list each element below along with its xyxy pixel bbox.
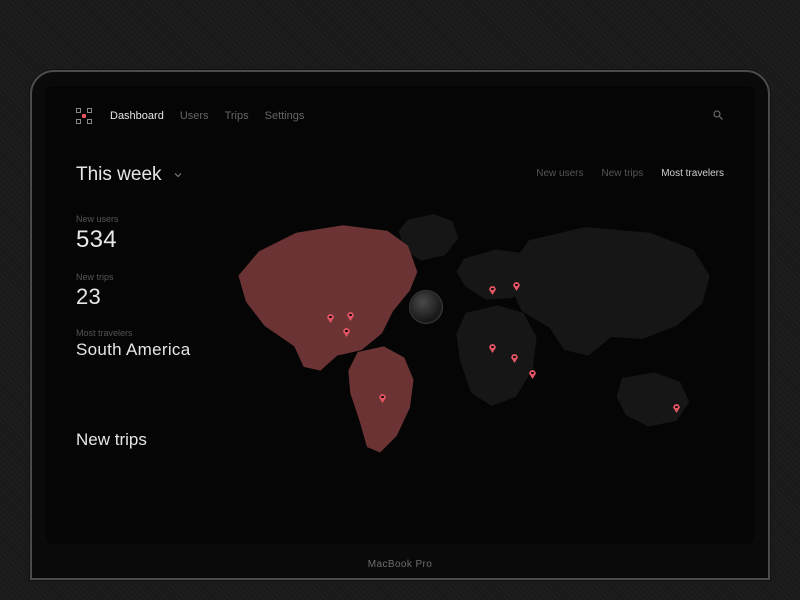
- period-label: This week: [76, 164, 162, 186]
- map-pin-icon: [673, 404, 680, 413]
- stats-panel: New users 534 New trips 23 Most traveler…: [76, 214, 724, 360]
- region-australia: [617, 372, 690, 426]
- nav-item-trips[interactable]: Trips: [225, 110, 249, 122]
- stat-label: Most travelers: [76, 328, 724, 338]
- stat-value: 23: [76, 284, 724, 310]
- app-logo-icon: [76, 108, 92, 124]
- nav-item-settings[interactable]: Settings: [265, 110, 305, 122]
- stat-value: 534: [76, 226, 724, 254]
- dashboard-content: This week New users New trips Most trave…: [76, 164, 724, 450]
- map-pin-icon: [529, 370, 536, 379]
- stat-new-trips: New trips 23: [76, 272, 724, 310]
- stat-value: South America: [76, 340, 724, 360]
- filter-new-trips[interactable]: New trips: [602, 168, 644, 179]
- search-icon[interactable]: [712, 109, 724, 124]
- laptop-frame: Dashboard Users Trips Settings This week…: [30, 70, 770, 580]
- section-new-trips-title: New trips: [76, 430, 724, 450]
- stat-new-users: New users 534: [76, 214, 724, 254]
- stat-most-travelers: Most travelers South America: [76, 328, 724, 360]
- nav-item-dashboard[interactable]: Dashboard: [110, 110, 164, 122]
- metric-filters: New users New trips Most travelers: [536, 168, 724, 179]
- nav-item-users[interactable]: Users: [180, 110, 209, 122]
- stat-label: New trips: [76, 272, 724, 282]
- map-pin-icon: [379, 394, 386, 403]
- app-screen: Dashboard Users Trips Settings This week…: [46, 86, 754, 544]
- chevron-down-icon: [172, 169, 184, 181]
- header: Dashboard Users Trips Settings: [76, 108, 724, 124]
- filter-new-users[interactable]: New users: [536, 168, 583, 179]
- filter-most-travelers[interactable]: Most travelers: [661, 168, 724, 179]
- device-label: MacBook Pro: [32, 559, 768, 570]
- stat-label: New users: [76, 214, 724, 224]
- top-nav: Dashboard Users Trips Settings: [110, 110, 304, 122]
